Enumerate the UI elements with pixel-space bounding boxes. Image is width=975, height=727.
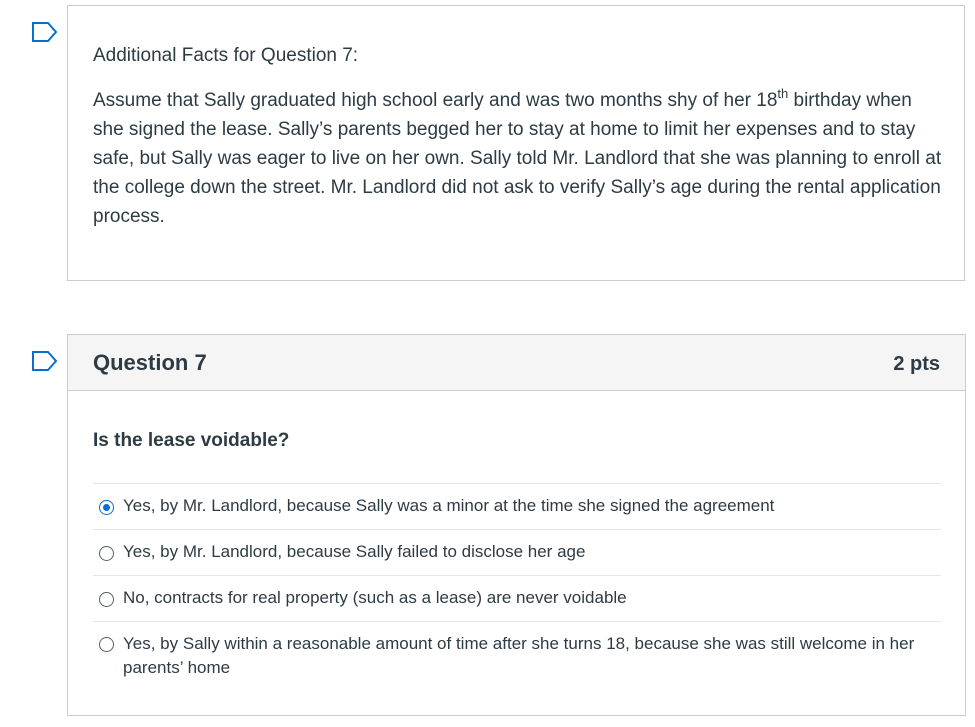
answer-list: Yes, by Mr. Landlord, because Sally was … [93, 483, 941, 681]
question-prompt: Is the lease voidable? [93, 430, 290, 451]
question-panel: Question 7 2 pts Is the lease voidable? … [67, 334, 966, 716]
answer-option[interactable]: Yes, by Sally within a reasonable amount… [93, 621, 941, 681]
facts-body-text-1: Assume that Sally graduated high school … [93, 90, 778, 111]
facts-body: Assume that Sally graduated high school … [93, 86, 943, 231]
flag-question-icon[interactable] [31, 21, 59, 43]
radio-checked-icon[interactable] [99, 500, 114, 515]
additional-facts-panel: Additional Facts for Question 7: Assume … [67, 5, 965, 281]
answer-label[interactable]: Yes, by Mr. Landlord, because Sally fail… [123, 540, 923, 564]
question-points: 2 pts [893, 353, 940, 375]
facts-title: Additional Facts for Question 7: [93, 45, 359, 66]
question-header: Question 7 2 pts [68, 335, 965, 391]
answer-option[interactable]: Yes, by Mr. Landlord, because Sally was … [93, 483, 941, 529]
answer-label[interactable]: No, contracts for real property (such as… [123, 586, 923, 610]
answer-label[interactable]: Yes, by Sally within a reasonable amount… [123, 632, 923, 680]
question-title: Question 7 [93, 350, 207, 375]
radio-unchecked-icon[interactable] [99, 637, 114, 652]
radio-unchecked-icon[interactable] [99, 546, 114, 561]
flag-question-icon[interactable] [31, 350, 59, 372]
facts-body-superscript: th [777, 85, 789, 101]
answer-option[interactable]: No, contracts for real property (such as… [93, 575, 941, 621]
answer-label[interactable]: Yes, by Mr. Landlord, because Sally was … [123, 494, 923, 518]
radio-unchecked-icon[interactable] [99, 592, 114, 607]
answer-option[interactable]: Yes, by Mr. Landlord, because Sally fail… [93, 529, 941, 575]
